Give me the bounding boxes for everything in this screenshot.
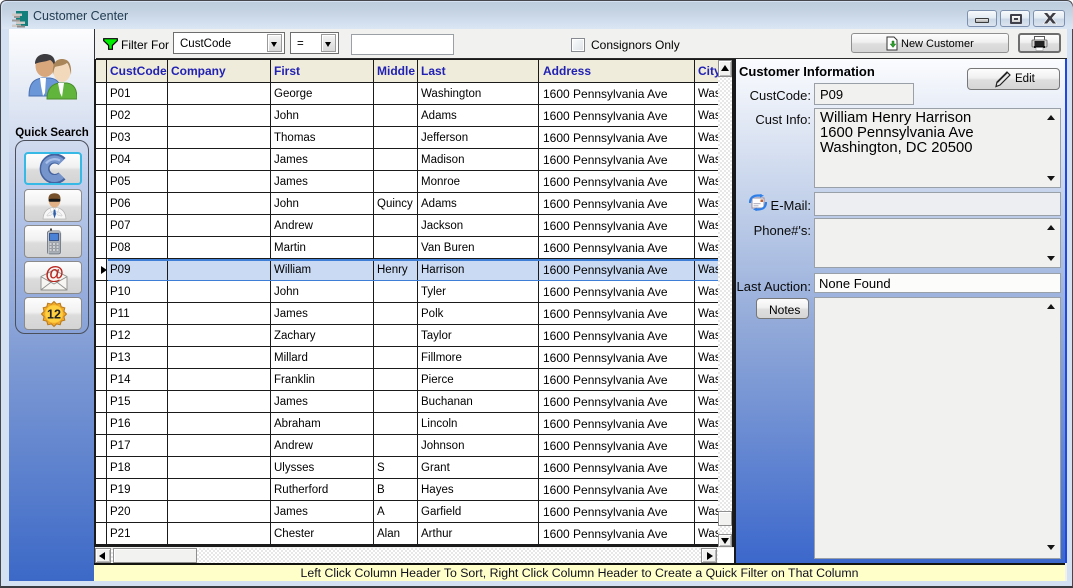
svg-text:12: 12 [47,308,61,322]
svg-text:@: @ [45,264,64,285]
